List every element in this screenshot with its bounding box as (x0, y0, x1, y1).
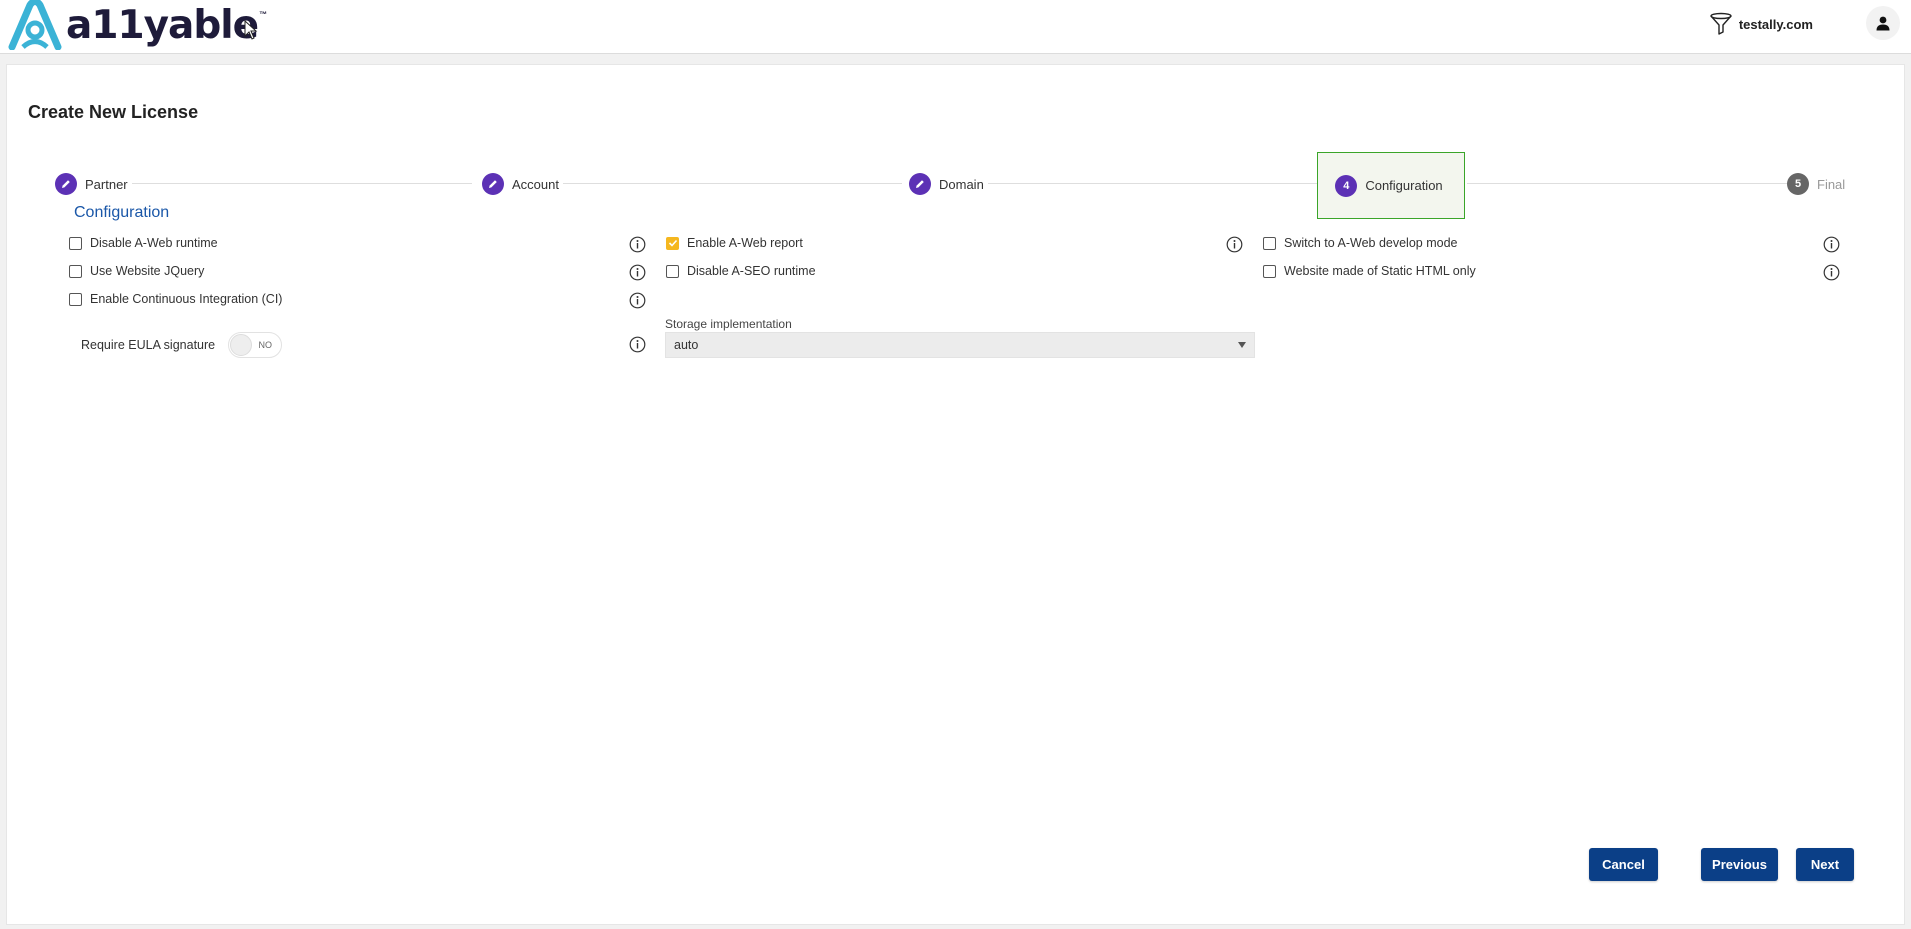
pencil-icon (916, 180, 924, 188)
storage-implementation-label: Storage implementation (665, 317, 792, 331)
step-configuration[interactable]: 4 Configuration (1317, 152, 1465, 219)
user-menu-button[interactable] (1866, 6, 1900, 40)
step-connector (1467, 183, 1797, 184)
step-label: Domain (939, 176, 984, 192)
organization-selector[interactable]: testally.com (1709, 12, 1813, 36)
logo-mark-icon (8, 0, 62, 50)
checkbox[interactable] (1263, 264, 1276, 278)
checkbox[interactable] (1263, 236, 1276, 250)
logo-text: a11yable (66, 2, 259, 48)
info-icon[interactable] (629, 264, 646, 281)
cancel-button[interactable]: Cancel (1589, 848, 1658, 881)
next-button[interactable]: Next (1796, 848, 1854, 881)
user-icon (1876, 16, 1890, 31)
info-icon[interactable] (1226, 236, 1243, 253)
step-label: Configuration (1365, 178, 1443, 193)
option-enable-ci[interactable]: Enable Continuous Integration (CI) (69, 292, 282, 306)
option-disable-aseo-runtime[interactable]: Disable A-SEO runtime (666, 264, 816, 278)
checkbox[interactable] (69, 292, 82, 306)
step-circle: 5 (1787, 173, 1809, 195)
step-domain[interactable]: Domain (909, 173, 988, 195)
step-partner[interactable]: Partner (55, 173, 132, 195)
step-circle (55, 173, 77, 195)
info-icon[interactable] (629, 336, 646, 353)
option-switch-develop-mode[interactable]: Switch to A-Web develop mode (1263, 236, 1457, 250)
option-enable-aweb-report[interactable]: Enable A-Web report (666, 236, 803, 250)
step-connector (977, 183, 1317, 184)
option-label: Enable Continuous Integration (CI) (90, 292, 283, 306)
previous-button[interactable]: Previous (1701, 848, 1778, 881)
step-final[interactable]: 5 Final (1787, 173, 1850, 195)
option-use-website-jquery[interactable]: Use Website JQuery (69, 264, 204, 278)
info-icon[interactable] (1823, 236, 1840, 253)
pencil-icon (489, 180, 497, 188)
checkbox[interactable] (666, 264, 679, 278)
checkbox[interactable] (69, 236, 82, 250)
section-title: Configuration (74, 204, 170, 221)
option-label: Website made of Static HTML only (1284, 264, 1476, 278)
option-label: Switch to A-Web develop mode (1284, 236, 1458, 250)
info-icon[interactable] (1823, 264, 1840, 281)
option-static-html-only[interactable]: Website made of Static HTML only (1263, 264, 1476, 278)
eula-label: Require EULA signature (81, 338, 216, 352)
toggle-state-text: NO (258, 340, 273, 350)
step-connector (557, 183, 902, 184)
eula-toggle[interactable]: NO (228, 332, 282, 358)
select-value: auto (674, 338, 699, 352)
wizard-stepper: Partner Account Domain 4 Configuration 5… (47, 149, 1867, 219)
storage-implementation-select[interactable]: auto (665, 332, 1255, 358)
step-label: Account (512, 176, 559, 192)
organization-name: testally.com (1738, 16, 1813, 32)
option-label: Use Website JQuery (90, 264, 205, 278)
step-circle (909, 173, 931, 195)
top-bar: a11yable ™ testally.com (0, 0, 1911, 54)
option-label: Disable A-SEO runtime (687, 264, 816, 278)
mouse-cursor-icon (244, 20, 258, 40)
dropdown-caret-icon (1238, 342, 1246, 348)
checkbox[interactable] (69, 264, 82, 278)
step-label: Final (1817, 176, 1846, 192)
page-title: Create New License (28, 102, 199, 122)
step-connector (127, 183, 472, 184)
option-label: Enable A-Web report (687, 236, 803, 250)
info-icon[interactable] (629, 292, 646, 309)
step-account[interactable]: Account (482, 173, 563, 195)
toggle-knob (230, 334, 252, 356)
option-disable-aweb-runtime[interactable]: Disable A-Web runtime (69, 236, 218, 250)
checkmark-icon (668, 239, 677, 247)
license-wizard-card: Create New License Partner Account Domai… (6, 64, 1905, 925)
logo-trademark: ™ (259, 10, 268, 19)
step-circle (482, 173, 504, 195)
funnel-filter-icon (1710, 12, 1732, 35)
step-label: Partner (85, 176, 128, 192)
info-icon[interactable] (629, 236, 646, 253)
pencil-icon (62, 180, 70, 188)
checkbox-checked[interactable] (666, 236, 679, 250)
step-circle: 4 (1335, 174, 1358, 197)
logo[interactable]: a11yable ™ (6, 0, 267, 50)
option-label: Disable A-Web runtime (90, 236, 218, 250)
